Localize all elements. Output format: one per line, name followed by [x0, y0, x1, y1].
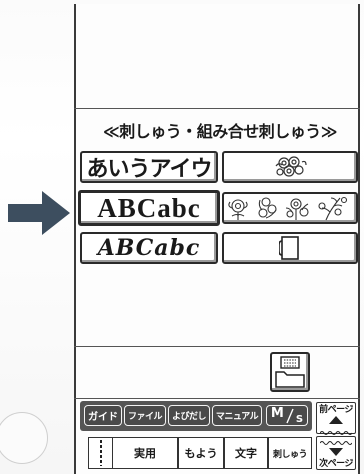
prev-page-button[interactable]: 前ページ: [316, 402, 356, 435]
kana-font-button[interactable]: あいうアイウ: [80, 151, 218, 183]
page-title: ≪刺しゅう・組み合せ刺しゅう≫: [102, 122, 338, 141]
tab-pattern-label: もよう: [184, 447, 218, 460]
mirror-button[interactable]: M S: [266, 405, 308, 426]
dashed-marker-icon: [99, 440, 102, 466]
tab-pattern[interactable]: もよう: [178, 437, 224, 469]
up-triangle-icon: [329, 416, 343, 424]
wavy-line-icon: [319, 441, 353, 445]
tab-practical[interactable]: 実用: [112, 437, 178, 469]
combined-embroidery-button[interactable]: [222, 192, 358, 224]
wavy-line-icon: [319, 431, 353, 435]
kana-font-label: あいうアイウ: [86, 156, 213, 182]
prev-page-label: 前ページ: [319, 405, 353, 415]
down-triangle-icon: [329, 448, 343, 456]
guide-label: ガイド: [88, 412, 118, 423]
recall-button[interactable]: よびだし: [168, 405, 210, 426]
script-font-label: ABCabc: [97, 235, 201, 261]
mirror-slash-icon: [286, 408, 294, 423]
tab-divider-stub: [88, 437, 112, 469]
pointer-arrow-icon: [8, 191, 70, 235]
file-button[interactable]: ファイル: [124, 405, 166, 426]
rose-bouquet-icon: [275, 156, 307, 177]
manual-button[interactable]: マニュアル: [212, 405, 262, 426]
file-label: ファイル: [127, 412, 163, 422]
roman-font-button[interactable]: ABCabc: [78, 190, 220, 226]
script-font-button[interactable]: ABCabc: [80, 232, 218, 264]
tab-embroidery-label: 刺しゅう: [272, 449, 308, 460]
roman-font-label: ABCabc: [97, 192, 201, 223]
embroidery-frame-icon: [279, 236, 299, 260]
next-page-button[interactable]: 次ページ: [316, 436, 356, 470]
tab-text[interactable]: 文字: [224, 437, 268, 469]
mirror-sub-label: S: [295, 414, 304, 425]
pocket-data-button[interactable]: [270, 352, 310, 392]
tab-text-label: 文字: [235, 447, 257, 460]
footer-divider: [74, 346, 360, 347]
toolbar-divider: [74, 398, 360, 399]
guide-button[interactable]: ガイド: [84, 405, 122, 426]
memory-folder-icon: [275, 356, 305, 388]
floral-designs-icon: [228, 196, 348, 221]
frame-select-button[interactable]: [222, 232, 358, 264]
tab-embroidery[interactable]: 刺しゅう: [268, 437, 312, 469]
recall-label: よびだし: [171, 412, 207, 422]
manual-label: マニュアル: [215, 412, 259, 422]
embroidery-pattern-button[interactable]: [222, 151, 358, 183]
mirror-label: M: [270, 406, 284, 421]
tab-practical-label: 実用: [134, 447, 156, 460]
next-page-label: 次ページ: [319, 459, 353, 469]
header-divider: [74, 108, 360, 109]
